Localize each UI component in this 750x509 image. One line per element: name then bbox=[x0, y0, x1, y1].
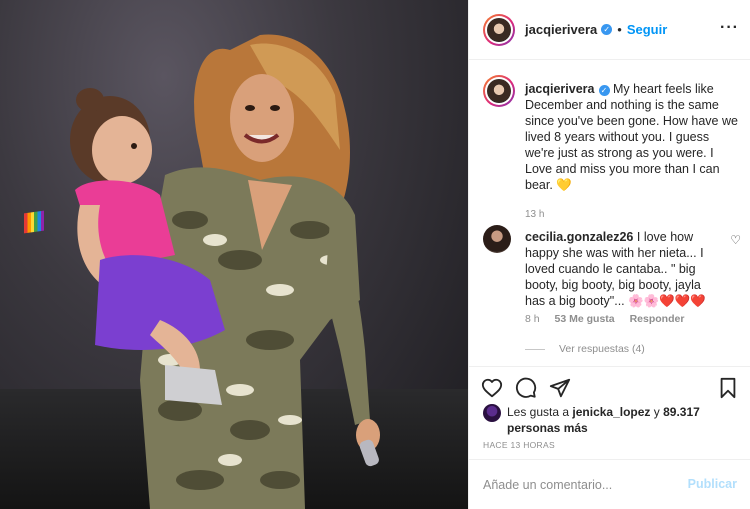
comment-input[interactable] bbox=[483, 477, 683, 492]
post-photo[interactable] bbox=[0, 0, 468, 509]
add-comment-bar: Publicar bbox=[469, 459, 750, 509]
comment-like-heart-icon[interactable]: ♡ bbox=[730, 233, 741, 247]
reply-button[interactable]: Responder bbox=[630, 313, 685, 325]
caption-username[interactable]: jacqierivera bbox=[525, 82, 595, 96]
commenter-avatar[interactable] bbox=[483, 225, 511, 253]
caption-body: My heart feels like December and nothing… bbox=[525, 82, 738, 192]
commenter-username[interactable]: cecilia.gonzalez26 bbox=[525, 230, 633, 244]
follow-button[interactable]: Seguir bbox=[627, 22, 667, 37]
likes-suffix: y bbox=[653, 405, 660, 419]
comment-likes-count[interactable]: 53 Me gusta bbox=[555, 313, 615, 325]
post-actions-bar bbox=[469, 366, 750, 406]
verified-badge-icon: ✓ bbox=[601, 24, 613, 35]
liker-avatar[interactable] bbox=[483, 404, 501, 422]
more-options-icon[interactable]: ··· bbox=[720, 20, 739, 36]
share-icon[interactable] bbox=[549, 377, 571, 399]
caption-avatar[interactable] bbox=[483, 75, 515, 107]
post-header: jacqierivera ✓ • Seguir ··· bbox=[469, 0, 750, 60]
comment-icon[interactable] bbox=[515, 377, 537, 399]
heart-icon[interactable] bbox=[481, 377, 503, 399]
likes-text: Les gusta a jenicka_lopez y 89.317 perso… bbox=[507, 404, 737, 436]
likes-summary: Les gusta a jenicka_lopez y 89.317 perso… bbox=[483, 402, 745, 436]
post-side-panel: jacqierivera ✓ • Seguir ··· jacqierivera… bbox=[468, 0, 750, 509]
bookmark-icon[interactable] bbox=[717, 377, 739, 399]
view-replies-label: Ver respuestas (4) bbox=[559, 343, 645, 355]
likes-prefix: Les gusta a bbox=[507, 405, 570, 419]
author-username[interactable]: jacqierivera bbox=[525, 22, 597, 37]
liker-username[interactable]: jenicka_lopez bbox=[572, 405, 650, 419]
post-time-ago[interactable]: HACE 13 HORAS bbox=[483, 440, 555, 450]
view-replies-button[interactable]: Ver respuestas (4) bbox=[525, 343, 645, 355]
comment-text: cecilia.gonzalez26 I love how happy she … bbox=[525, 229, 719, 309]
comments-list[interactable]: jacqierivera ✓ My heart feels like Decemb… bbox=[469, 61, 750, 366]
publish-button[interactable]: Publicar bbox=[688, 477, 737, 491]
header-separator: • bbox=[617, 22, 622, 37]
photo-figures bbox=[70, 34, 380, 509]
author-avatar[interactable] bbox=[483, 13, 515, 46]
caption-text: jacqierivera ✓ My heart feels like Decemb… bbox=[525, 81, 739, 193]
comment-time: 8 h bbox=[525, 313, 540, 325]
comment-meta: 8 h 53 Me gusta Responder bbox=[525, 313, 696, 325]
caption-timestamp: 13 h bbox=[525, 209, 545, 220]
verified-badge-icon: ✓ bbox=[598, 85, 610, 96]
